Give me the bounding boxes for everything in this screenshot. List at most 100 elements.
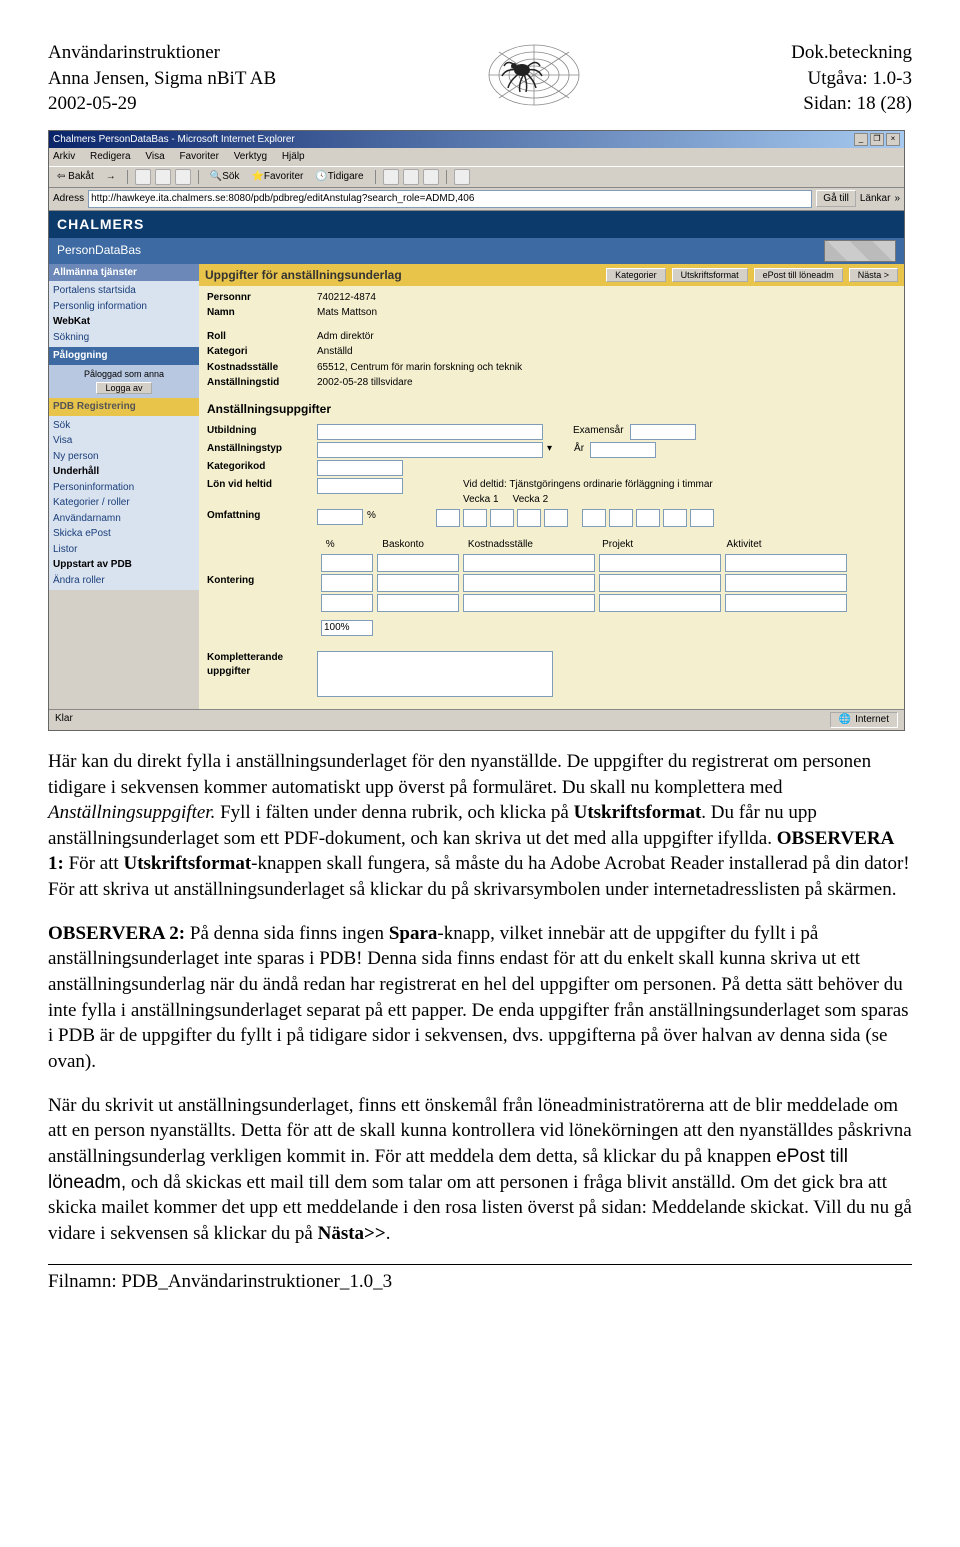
sidebar-link[interactable]: Kategorier / roller xyxy=(53,495,195,511)
kont-kostnad-input[interactable] xyxy=(463,554,595,572)
sidebar-link[interactable]: WebKat xyxy=(53,314,195,330)
vecka2-day-input[interactable] xyxy=(609,509,633,527)
kategorier-button[interactable]: Kategorier xyxy=(606,268,666,282)
examensar-input[interactable] xyxy=(630,424,696,440)
kont-header: Kostnadsställe xyxy=(464,538,598,552)
vecka2-day-input[interactable] xyxy=(636,509,660,527)
menu-item[interactable]: Hjälp xyxy=(282,151,305,162)
kont-baskonto-input[interactable] xyxy=(377,574,459,592)
main-form: Uppgifter för anställningsunderlag Kateg… xyxy=(199,264,904,710)
kont-projekt-input[interactable] xyxy=(599,594,721,612)
sidebar-link[interactable]: Sökning xyxy=(53,330,195,346)
sidebar-link[interactable]: Uppstart av PDB xyxy=(53,557,195,573)
chevron-icon[interactable]: » xyxy=(894,192,900,206)
mail-icon[interactable] xyxy=(383,169,399,185)
window-titlebar: Chalmers PersonDataBas - Microsoft Inter… xyxy=(49,131,904,149)
vecka1-day-input[interactable] xyxy=(517,509,541,527)
sidebar-link[interactable]: Personinformation xyxy=(53,480,195,496)
minimize-button[interactable]: _ xyxy=(854,133,868,146)
field-label: Namn xyxy=(207,306,317,320)
search-button[interactable]: 🔍Sök xyxy=(206,169,244,185)
sidebar-link[interactable]: Ny person xyxy=(53,449,195,465)
kont-pct-input[interactable] xyxy=(321,574,373,592)
address-bar: Adress Gå till Länkar » xyxy=(49,188,904,211)
omfattning-input[interactable] xyxy=(317,509,363,525)
epost-button[interactable]: ePost till löneadm xyxy=(754,268,843,282)
menu-item[interactable]: Arkiv xyxy=(53,151,75,162)
menu-item[interactable]: Favoriter xyxy=(179,151,218,162)
go-button[interactable]: Gå till xyxy=(816,190,856,208)
stop-icon[interactable] xyxy=(135,169,151,185)
header-utgava: Utgåva: 1.0-3 xyxy=(791,66,912,92)
anstallningstyp-input[interactable] xyxy=(317,442,543,458)
menu-item[interactable]: Visa xyxy=(145,151,164,162)
menu-item[interactable]: Verktyg xyxy=(234,151,267,162)
vecka1-day-input[interactable] xyxy=(490,509,514,527)
kont-aktivitet-input[interactable] xyxy=(725,574,847,592)
url-input[interactable] xyxy=(88,190,812,208)
vecka2-day-input[interactable] xyxy=(690,509,714,527)
back-button[interactable]: ⇦ Bakåt xyxy=(53,169,98,185)
kont-projekt-input[interactable] xyxy=(599,554,721,572)
vecka1-day-input[interactable] xyxy=(436,509,460,527)
window-title: Chalmers PersonDataBas - Microsoft Inter… xyxy=(53,133,295,147)
field-label: År xyxy=(574,442,584,458)
ar-input[interactable] xyxy=(590,442,656,458)
home-icon[interactable] xyxy=(175,169,191,185)
close-button[interactable]: × xyxy=(886,133,900,146)
statusbar: Klar 🌐Internet xyxy=(49,709,904,730)
kont-baskonto-input[interactable] xyxy=(377,594,459,612)
refresh-icon[interactable] xyxy=(155,169,171,185)
sidebar-link[interactable]: Skicka ePost xyxy=(53,526,195,542)
paragraph-1: Här kan du direkt fylla i anställningsun… xyxy=(48,749,912,903)
favorites-button[interactable]: ⭐Favoriter xyxy=(247,169,307,185)
sidebar-link[interactable]: Portalens startsida xyxy=(53,283,195,299)
page-content: CHALMERS PersonDataBas Allmänna tjänster… xyxy=(49,211,904,710)
menu-item[interactable]: Redigera xyxy=(90,151,131,162)
kont-baskonto-input[interactable] xyxy=(377,554,459,572)
vecka2-day-input[interactable] xyxy=(663,509,687,527)
vecka2-day-input[interactable] xyxy=(582,509,606,527)
discuss-icon[interactable] xyxy=(454,169,470,185)
field-label: Roll xyxy=(207,330,317,344)
logout-button[interactable]: Logga av xyxy=(96,382,151,394)
sidebar-link[interactable]: Personlig information xyxy=(53,299,195,315)
print-icon[interactable] xyxy=(403,169,419,185)
utskriftsformat-button[interactable]: Utskriftsformat xyxy=(672,268,748,282)
sidebar-link[interactable]: Användarnamn xyxy=(53,511,195,527)
kont-projekt-input[interactable] xyxy=(599,574,721,592)
sidebar-link[interactable]: Underhåll xyxy=(53,464,195,480)
edit-icon[interactable] xyxy=(423,169,439,185)
restore-button[interactable]: ❐ xyxy=(870,133,884,146)
lon-input[interactable] xyxy=(317,478,403,494)
sidebar-link[interactable]: Sök xyxy=(53,418,195,434)
field-value: Adm direktör xyxy=(317,330,896,344)
sidebar-link[interactable]: Ändra roller xyxy=(53,573,195,589)
sidebar-link[interactable]: Visa xyxy=(53,433,195,449)
kompletterande-textarea[interactable] xyxy=(317,651,553,697)
forward-button[interactable]: → xyxy=(102,169,120,185)
nasta-button[interactable]: Nästa > xyxy=(849,268,898,282)
kont-kostnad-input[interactable] xyxy=(463,594,595,612)
spider-logo xyxy=(464,40,604,118)
kategorikod-input[interactable] xyxy=(317,460,403,476)
field-label: Anställningstid xyxy=(207,376,317,390)
kont-pct-input[interactable] xyxy=(321,594,373,612)
utbildning-input[interactable] xyxy=(317,424,543,440)
kont-kostnad-input[interactable] xyxy=(463,574,595,592)
sidebar-section-title: Allmänna tjänster xyxy=(49,264,199,282)
field-label: Examensår xyxy=(573,424,624,440)
kont-pct-input[interactable] xyxy=(321,554,373,572)
header-date: 2002-05-29 xyxy=(48,91,276,117)
kont-total: 100% xyxy=(321,620,373,636)
kont-aktivitet-input[interactable] xyxy=(725,554,847,572)
kont-header: Baskonto xyxy=(378,538,464,552)
history-button[interactable]: 🕓Tidigare xyxy=(311,169,367,185)
dropdown-icon[interactable]: ▾ xyxy=(547,442,552,458)
sidebar-link[interactable]: Listor xyxy=(53,542,195,558)
omf-unit: % xyxy=(367,509,376,527)
vecka1-day-input[interactable] xyxy=(544,509,568,527)
kont-aktivitet-input[interactable] xyxy=(725,594,847,612)
field-value: 65512, Centrum för marin forskning och t… xyxy=(317,361,896,375)
vecka1-day-input[interactable] xyxy=(463,509,487,527)
